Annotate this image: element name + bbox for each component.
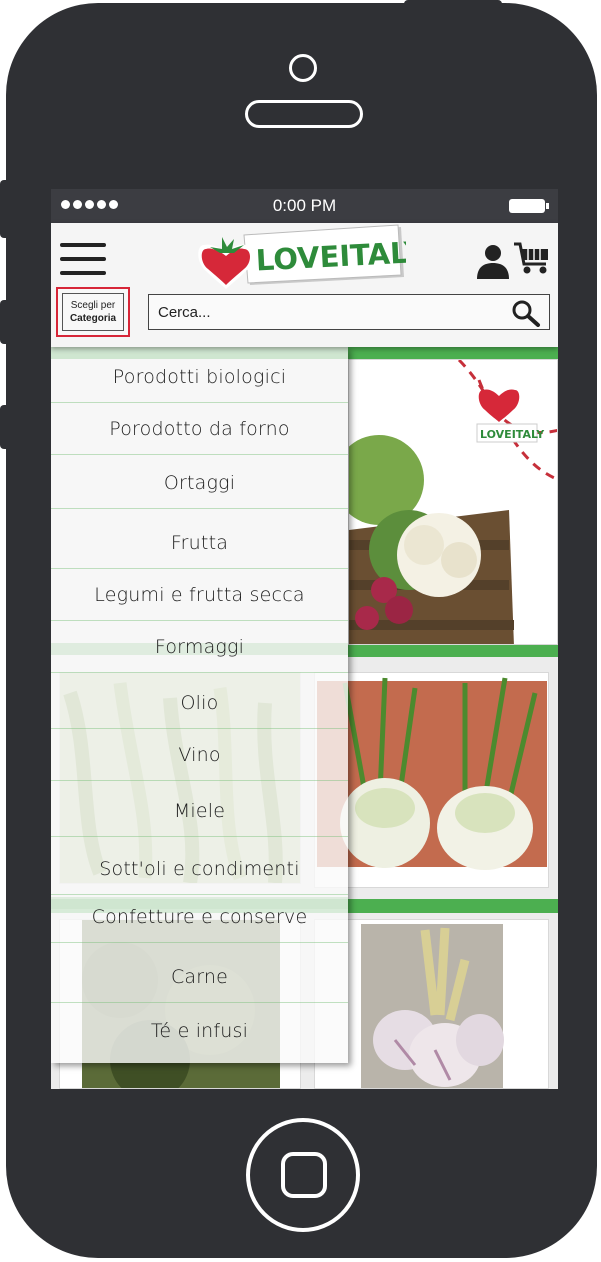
menu-item-prodotti-biologici[interactable]: Porodotti biologici [51,351,348,403]
menu-item-ortaggi[interactable]: Ortaggi [51,457,348,509]
menu-item-carne[interactable]: Carne [51,951,348,1003]
category-menu: Porodotti biologici Porodotto da forno O… [51,347,348,1063]
choose-category-button[interactable]: Scegli per Categoria [56,287,130,337]
search-bar [148,294,550,330]
search-input[interactable] [149,295,509,329]
shopping-cart-icon[interactable] [513,241,551,275]
loveitaly-logo[interactable]: LOVEITALY [194,223,406,289]
menu-item-prodotto-da-forno[interactable]: Porodotto da forno [51,403,348,455]
user-account-icon[interactable] [475,243,511,279]
banner-card[interactable]: LOVEITALY [348,359,558,645]
volume-down-button [0,405,10,449]
mute-switch [0,180,10,238]
menu-item-formaggi[interactable]: Formaggi [51,621,348,673]
menu-item-miele[interactable]: Miele [51,785,348,837]
banner-logo-text: LOVEITALY [480,428,545,441]
search-icon[interactable] [511,299,541,327]
status-time: 0:00 PM [272,196,337,215]
hamburger-menu-icon[interactable] [60,243,106,275]
green-band [348,645,558,657]
power-button [404,0,502,8]
earpiece-speaker [245,100,363,128]
status-bar: 0:00 PM [51,189,558,223]
menu-item-legumi[interactable]: Legumi e frutta secca [51,569,348,621]
vegetable-crate-image: LOVEITALY [349,360,557,644]
menu-item-confetture[interactable]: Confetture e conserve [51,891,348,943]
category-button-line1: Scegli per [70,300,116,311]
front-camera [289,54,317,82]
product-card-garlic[interactable] [314,919,549,1089]
menu-item-olio[interactable]: Olio [51,677,348,729]
battery-icon [509,199,549,213]
menu-item-te-infusi[interactable]: Té e infusi [51,1005,348,1057]
garlic-image [315,920,548,1088]
menu-item-vino[interactable]: Vino [51,729,348,781]
fennel-image [315,673,548,887]
home-button-icon [281,1152,327,1198]
phone-screen: 0:00 PM LOVEITALY Scegli per Categoria C… [51,189,558,1089]
menu-item-sottoli[interactable]: Sott'oli e condimenti [51,843,348,895]
volume-up-button [0,300,10,344]
product-card-fennel[interactable] [314,672,549,888]
app-header: LOVEITALY Scegli per Categoria [51,223,558,347]
menu-item-frutta[interactable]: Frutta [51,517,348,569]
category-button-line2: Categoria [69,313,117,324]
